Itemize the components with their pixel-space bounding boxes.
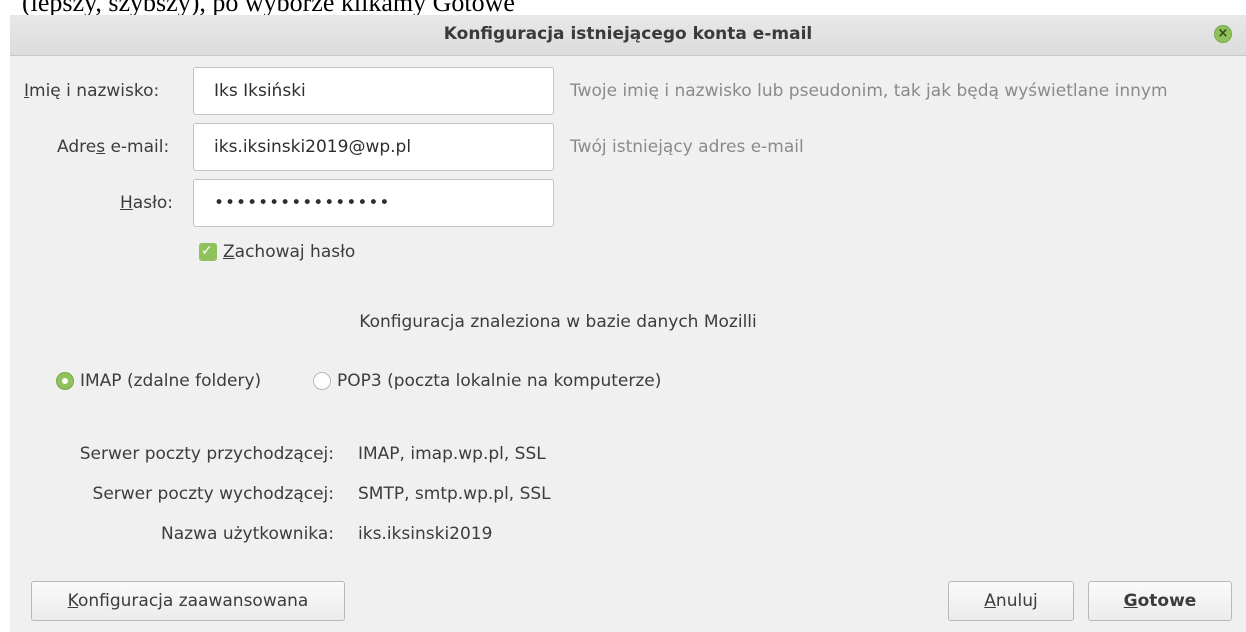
- radio-pop3-label: POP3 (poczta lokalnie na komputerze): [337, 371, 662, 391]
- radio-pop3-row[interactable]: POP3 (poczta lokalnie na komputerze): [313, 370, 661, 392]
- remember-password-label: Zachowaj hasło: [223, 242, 356, 262]
- radio-imap-row[interactable]: IMAP (zdalne foldery): [56, 370, 261, 392]
- incoming-server-value: IMAP, imap.wp.pl, SSL: [358, 444, 546, 464]
- password-label: Hasło:: [120, 193, 174, 213]
- incoming-server-label: Serwer poczty przychodzącej:: [79, 444, 334, 464]
- outgoing-server-value: SMTP, smtp.wp.pl, SSL: [358, 484, 551, 504]
- name-label: Imię i nazwisko:: [24, 81, 160, 101]
- cancel-button[interactable]: Anuluj: [948, 581, 1074, 621]
- radio-imap-label: IMAP (zdalne foldery): [80, 371, 262, 391]
- dialog-titlebar[interactable]: Konfiguracja istniejącego konta e-mail ×: [10, 15, 1246, 56]
- outgoing-server-label: Serwer poczty wychodzącej:: [92, 484, 334, 504]
- username-label: Nazwa użytkownika:: [161, 524, 334, 544]
- checkmark-icon: ✓: [201, 243, 213, 259]
- done-button[interactable]: Gotowe: [1088, 581, 1232, 621]
- username-value: iks.iksinski2019: [358, 524, 493, 544]
- email-input[interactable]: [193, 123, 554, 171]
- dialog-title: Konfiguracja istniejącego konta e-mail: [443, 24, 813, 44]
- radio-imap[interactable]: [56, 372, 74, 390]
- remember-password-checkbox[interactable]: ✓: [199, 243, 217, 261]
- name-hint: Twoje imię i nazwisko lub pseudonim, tak…: [570, 81, 1168, 101]
- account-setup-dialog: Konfiguracja istniejącego konta e-mail ×…: [10, 15, 1246, 632]
- close-button[interactable]: ×: [1214, 25, 1232, 43]
- config-found-text: Konfiguracja znaleziona w bazie danych M…: [359, 312, 757, 332]
- email-label: Adres e-mail:: [57, 137, 170, 157]
- close-icon: ×: [1217, 26, 1229, 41]
- advanced-config-button[interactable]: Konfiguracja zaawansowana: [31, 581, 345, 621]
- remember-password-checkbox-row[interactable]: ✓ Zachowaj hasło: [199, 241, 355, 263]
- email-hint: Twój istniejący adres e-mail: [570, 137, 804, 157]
- radio-pop3[interactable]: [313, 372, 331, 390]
- password-input[interactable]: [193, 179, 554, 227]
- name-input[interactable]: [193, 67, 554, 115]
